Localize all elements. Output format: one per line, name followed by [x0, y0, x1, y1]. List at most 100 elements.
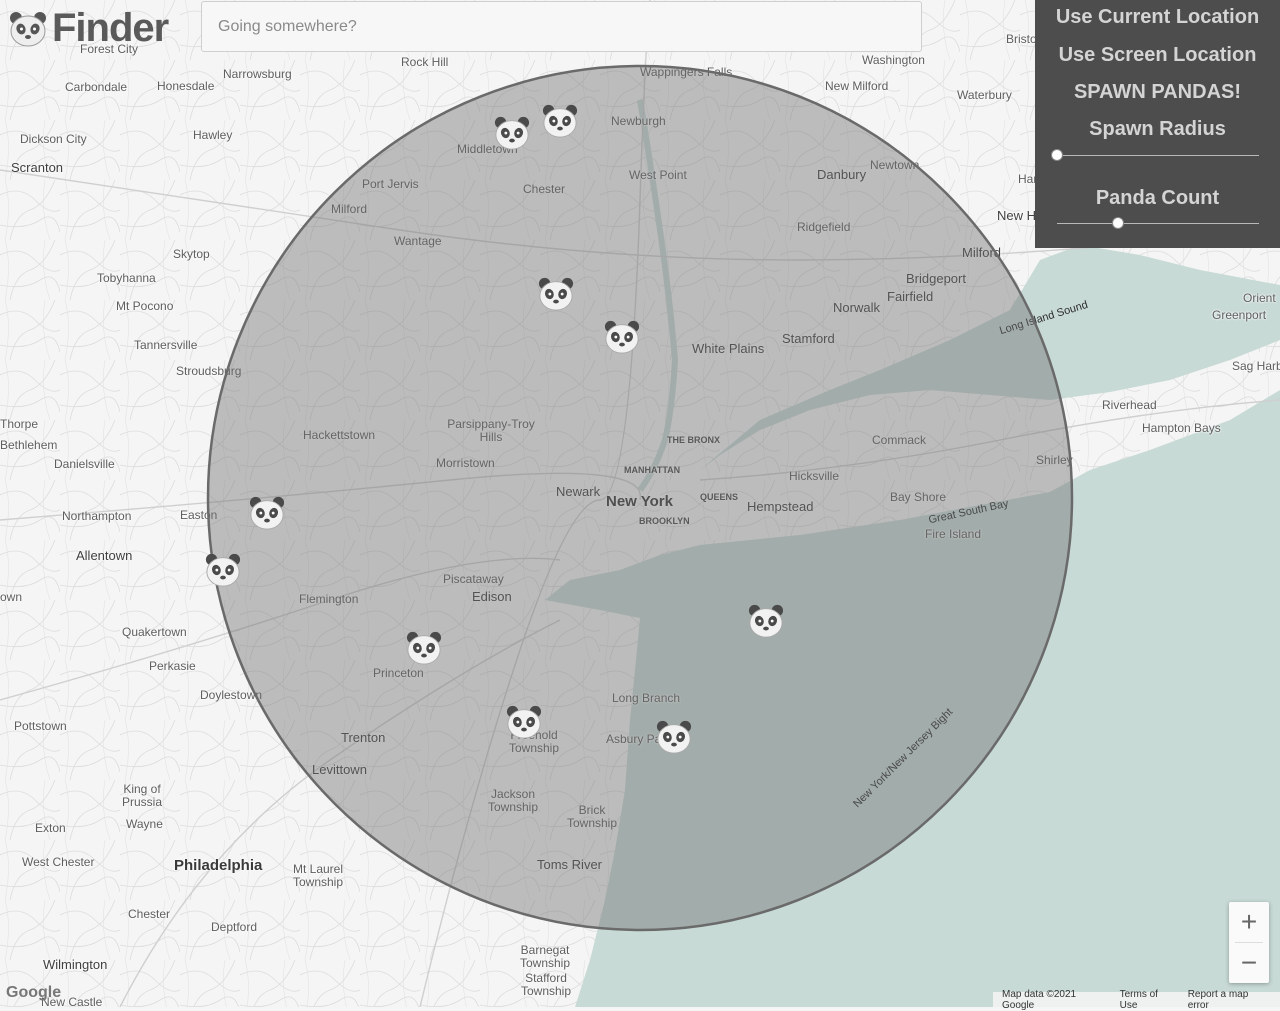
place-label: Hicksville: [789, 469, 840, 483]
panda-marker-icon[interactable]: [493, 115, 531, 151]
place-label: Wantage: [394, 234, 442, 248]
place-label: Flemington: [299, 592, 359, 606]
place-label: Perkasie: [149, 659, 196, 673]
zoom-in-button[interactable]: +: [1229, 902, 1269, 942]
zoom-out-button[interactable]: −: [1229, 943, 1269, 983]
place-label: Morristown: [436, 456, 495, 470]
place-label: Carbondale: [65, 80, 128, 94]
terms-link[interactable]: Terms of Use: [1120, 989, 1178, 1011]
panda-marker-icon[interactable]: [505, 704, 543, 740]
place-label: Washington: [862, 53, 925, 67]
place-label: West Point: [629, 168, 687, 182]
panda-count-slider[interactable]: [1057, 216, 1259, 230]
place-label: Jackson Township: [487, 787, 539, 814]
place-label: Brick Township: [566, 803, 618, 830]
place-label: Wappingers Falls: [640, 65, 733, 79]
place-label-new-york: New York: [606, 493, 673, 510]
place-label: Newtown: [870, 158, 920, 172]
panda-marker-icon[interactable]: [248, 495, 286, 531]
panda-marker-icon[interactable]: [655, 719, 693, 755]
slider-thumb[interactable]: [1051, 149, 1063, 161]
place-label: Scranton: [11, 160, 64, 175]
place-label: Allentown: [76, 548, 133, 563]
slider-thumb[interactable]: [1111, 217, 1124, 229]
panda-marker-icon[interactable]: [405, 630, 443, 666]
use-screen-location-button[interactable]: Use Screen Location: [1035, 44, 1280, 67]
place-label: Thorpe: [0, 417, 39, 431]
spawn-radius-slider[interactable]: [1051, 148, 1259, 162]
place-label: Chester: [523, 182, 566, 196]
place-label: Toms River: [537, 857, 603, 872]
search-input[interactable]: [201, 1, 922, 52]
place-label: Long Branch: [612, 691, 681, 705]
place-label: MANHATTAN: [624, 465, 681, 475]
place-label: Edison: [472, 589, 512, 604]
place-label: Piscataway: [443, 572, 504, 586]
place-label: Mt Pocono: [116, 299, 174, 313]
panda-marker-icon[interactable]: [537, 276, 575, 312]
panda-count-label: Panda Count: [1095, 187, 1220, 209]
place-label: West Chester: [22, 855, 95, 869]
place-label: Exton: [35, 821, 66, 835]
place-label: Ridgefield: [797, 220, 851, 234]
place-label: Pottstown: [14, 719, 67, 733]
place-label: Quakertown: [122, 625, 187, 639]
place-label: White Plains: [692, 341, 765, 356]
place-label: Fire Island: [925, 527, 982, 541]
zoom-control: + −: [1229, 902, 1269, 983]
place-label: Hackettstown: [303, 428, 376, 442]
place-label: Orient: [1243, 291, 1276, 305]
control-panel: Use Current Location Use Screen Location…: [1035, 0, 1280, 248]
place-label: Stafford Township: [520, 971, 572, 998]
slider-track: [1057, 155, 1259, 156]
place-label: Riverhead: [1102, 398, 1157, 412]
place-label: Stamford: [782, 331, 835, 346]
place-label: King of Prussia: [121, 782, 162, 809]
place-label: Stroudsburg: [176, 364, 242, 378]
place-label: Parsippany-Troy Hills: [447, 417, 535, 444]
place-label: Barnegat Township: [519, 943, 571, 970]
place-label: Hampton Bays: [1142, 421, 1221, 435]
app-title: Finder: [52, 6, 169, 50]
app-logo: Finder: [8, 6, 169, 51]
place-label: Tannersville: [134, 338, 198, 352]
map-data-text: Map data ©2021 Google: [1002, 988, 1077, 1011]
panda-marker-icon[interactable]: [541, 103, 579, 139]
use-current-location-button[interactable]: Use Current Location: [1035, 6, 1280, 29]
place-label: Deptford: [211, 920, 258, 934]
place-label: Danielsville: [54, 457, 115, 471]
place-label: Rock Hill: [401, 55, 449, 69]
place-label: Honesdale: [157, 79, 215, 93]
place-label: Sag Harb: [1232, 359, 1280, 373]
place-label: Norwalk: [833, 300, 880, 315]
spawn-radius-label: Spawn Radius: [1089, 118, 1226, 140]
place-label: Doylestown: [200, 688, 263, 702]
place-label: Hempstead: [747, 499, 814, 514]
panda-marker-icon[interactable]: [747, 603, 785, 639]
place-label: Northampton: [62, 509, 132, 523]
place-label: Skytop: [173, 247, 210, 261]
panda-marker-icon[interactable]: [603, 319, 641, 355]
place-label: Port Jervis: [362, 177, 419, 191]
place-label: own: [0, 590, 23, 604]
place-label: Newark: [556, 484, 601, 499]
place-label: Trenton: [341, 730, 386, 745]
place-label: THE BRONX: [667, 435, 721, 445]
place-label: Wilmington: [43, 957, 108, 972]
place-label: Chester: [128, 907, 171, 921]
panda-logo-icon: [10, 11, 46, 46]
place-label: New Milford: [825, 79, 889, 93]
place-label-philadelphia: Philadelphia: [174, 857, 263, 874]
report-error-link[interactable]: Report a map error: [1188, 989, 1271, 1011]
place-label: Greenport: [1212, 308, 1267, 322]
spawn-pandas-button[interactable]: SPAWN PANDAS!: [1035, 81, 1280, 104]
google-logo[interactable]: Google: [6, 984, 61, 1002]
place-label: BROOKLYN: [639, 516, 690, 526]
place-label: Wayne: [126, 817, 163, 831]
panda-marker-icon[interactable]: [204, 552, 242, 588]
place-label: QUEENS: [700, 492, 739, 502]
place-label: Milford: [962, 245, 1002, 260]
place-label: Hawley: [193, 128, 233, 142]
place-label: Bay Shore: [890, 490, 947, 504]
place-label: Dickson City: [20, 132, 87, 146]
